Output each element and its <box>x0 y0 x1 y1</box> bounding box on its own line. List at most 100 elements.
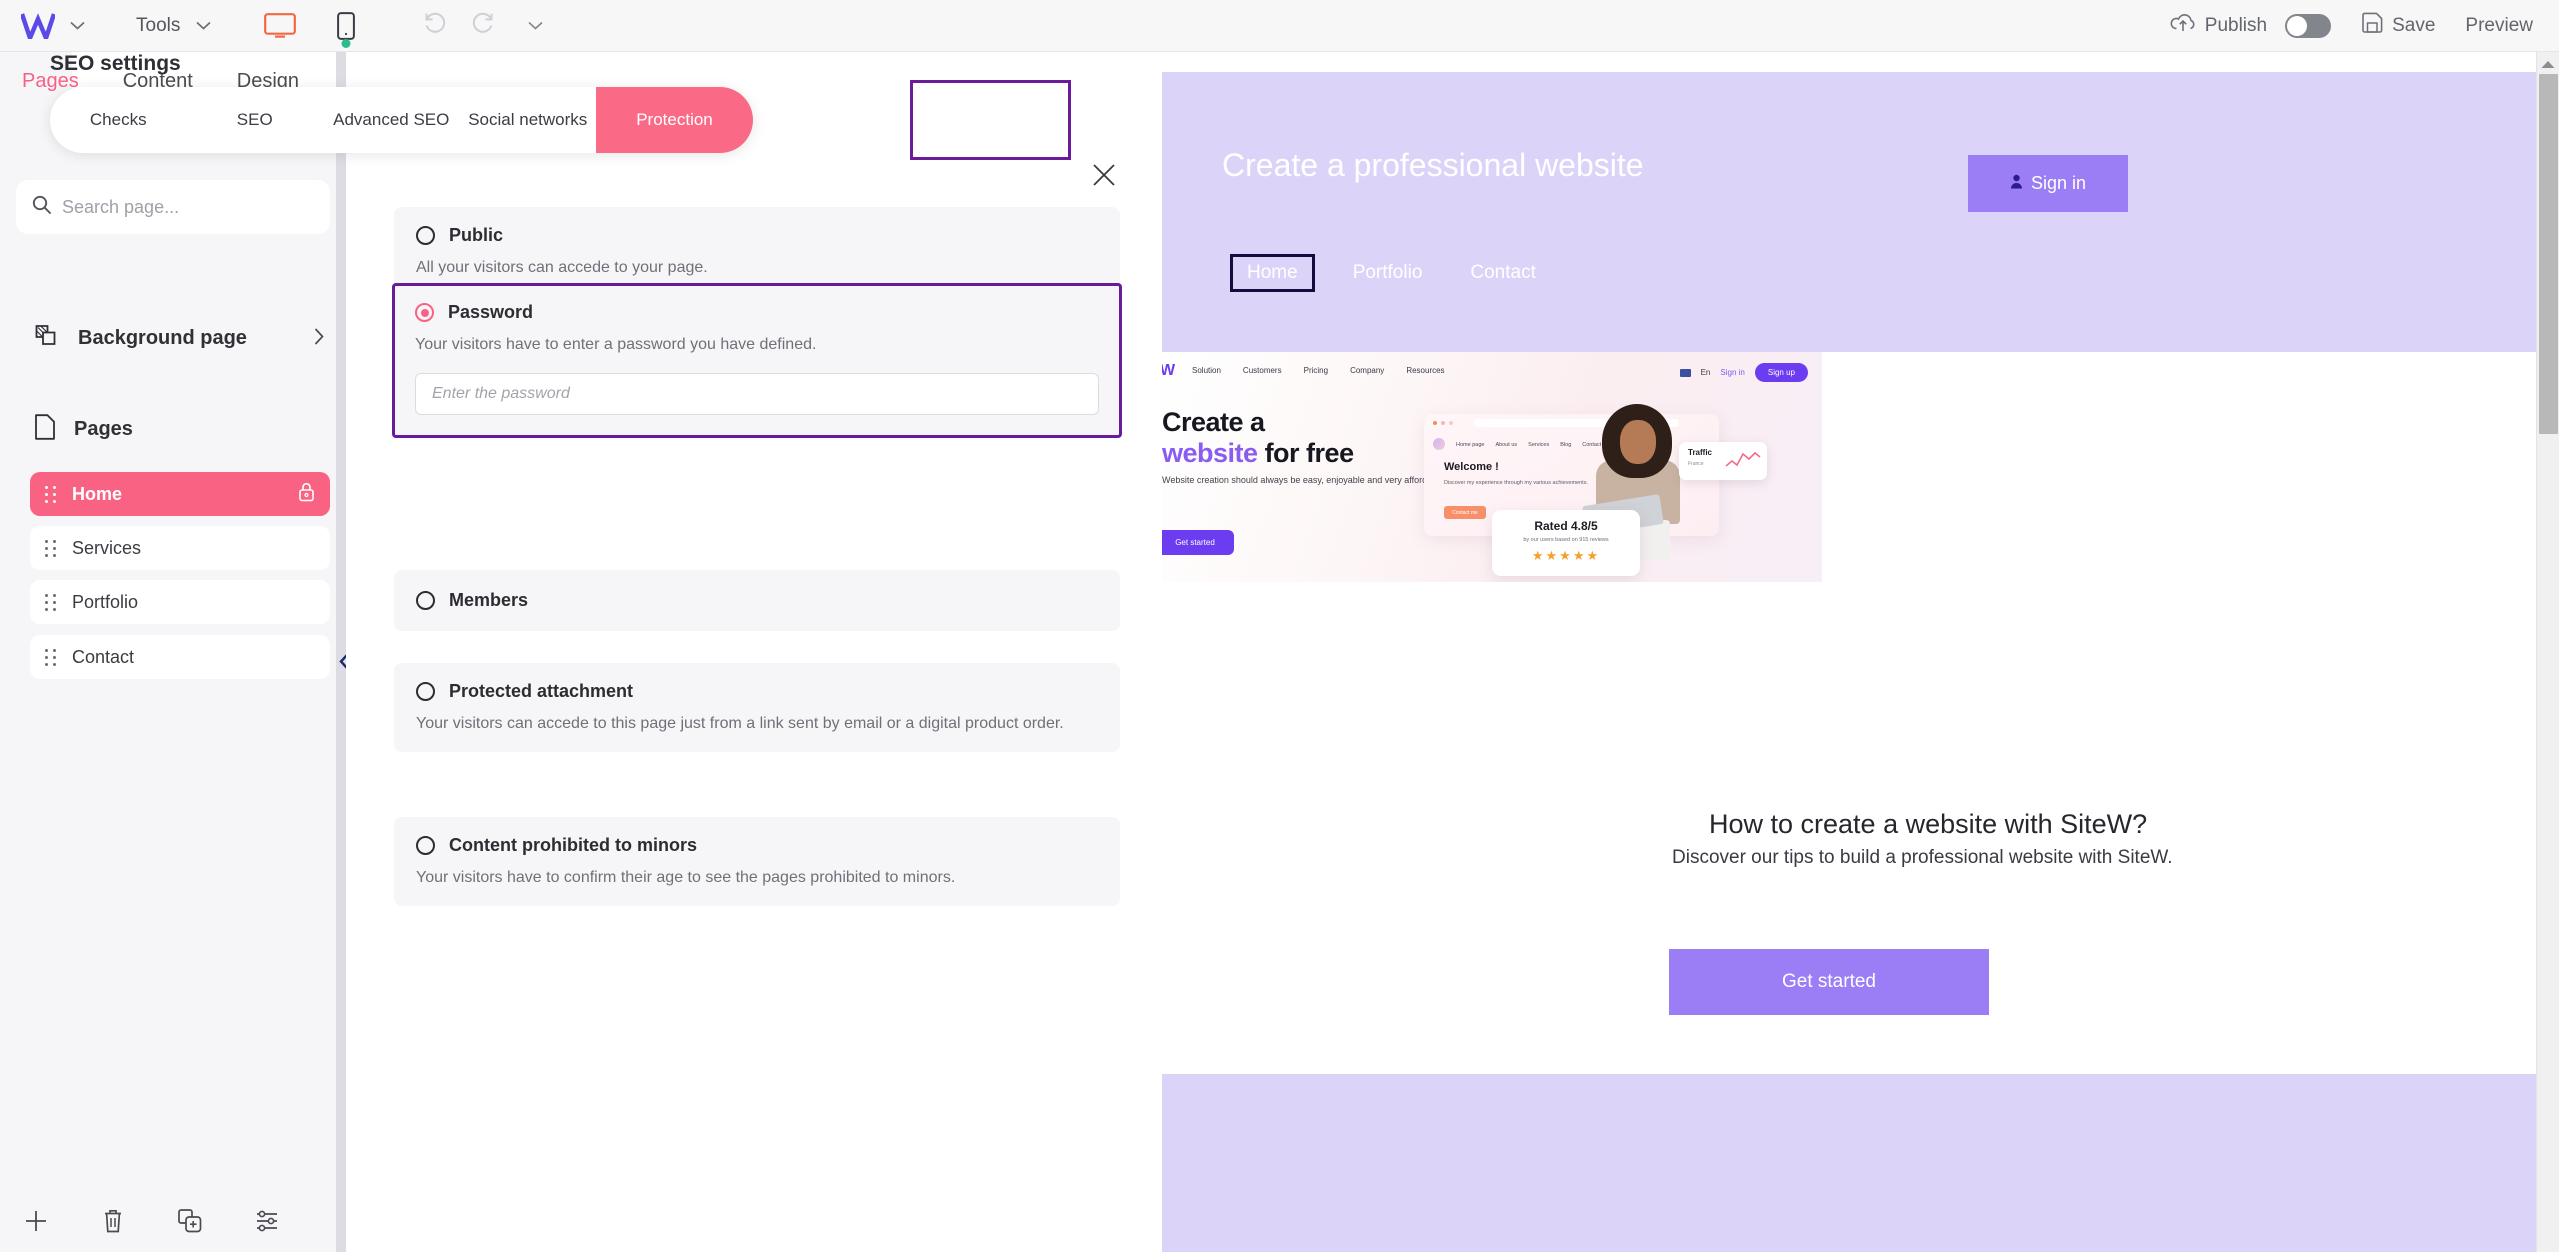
option-description: Your visitors can accede to this page ju… <box>416 715 1064 732</box>
embedded-rating-title: Rated 4.8/5 <box>1534 519 1598 533</box>
lock-icon <box>298 482 315 507</box>
sidebar-page-portfolio[interactable]: Portfolio <box>30 580 330 624</box>
option-description: Your visitors have to confirm their age … <box>416 869 956 886</box>
radio-content-prohibited-to-minors[interactable] <box>416 836 435 855</box>
background-page-row[interactable]: Background page <box>34 324 324 353</box>
preview-bottom-band <box>1162 1074 2536 1252</box>
sidebar-collapse-rail[interactable] <box>336 52 346 1252</box>
layers-icon <box>34 324 60 353</box>
sidebar-page-services[interactable]: Services <box>30 526 330 570</box>
publish-toggle[interactable] <box>2285 13 2332 38</box>
save-label: Save <box>2392 14 2436 36</box>
embedded-logo: W <box>1162 362 1176 379</box>
option-description: Your visitors have to enter a password y… <box>415 336 817 353</box>
redo-button[interactable] <box>470 11 496 40</box>
preview-nav-home[interactable]: Home <box>1230 254 1315 292</box>
scrollbar-thumb[interactable] <box>2539 74 2558 434</box>
add-page-button[interactable] <box>10 1199 62 1243</box>
embedded-traffic-sub: France <box>1688 461 1704 467</box>
option-title: Public <box>449 225 504 245</box>
tab-social-networks[interactable]: Social networks <box>460 87 597 153</box>
search-page-container <box>16 180 330 234</box>
embedded-signup: Sign up <box>1754 363 1808 382</box>
drag-handle-icon[interactable] <box>45 540 57 557</box>
publish-button[interactable]: Publish <box>2170 13 2332 39</box>
embedded-traffic-title: Traffic <box>1688 448 1713 457</box>
embedded-inner-nav-item: About us <box>1495 442 1518 448</box>
preview-get-started-button[interactable]: Get started <box>1669 949 1989 1015</box>
radio-public[interactable] <box>416 226 435 245</box>
page-icon <box>34 414 56 445</box>
radio-password[interactable] <box>415 303 434 322</box>
embedded-inner-nav-item: Services <box>1528 442 1550 448</box>
embedded-nav-item: Resources <box>1406 366 1445 375</box>
password-input[interactable] <box>415 373 1099 416</box>
preview-signin-label: Sign in <box>2030 173 2087 193</box>
embedded-landing-screenshot: W Solution Customers Pricing Company Res… <box>1162 352 1822 582</box>
close-icon[interactable] <box>1089 160 1119 190</box>
sidebar-page-home[interactable]: Home <box>30 472 330 516</box>
save-button[interactable]: Save <box>2361 12 2435 40</box>
embedded-rating-stars: ★★★★★ <box>1531 548 1601 563</box>
option-members[interactable]: Members <box>394 570 1120 631</box>
drag-handle-icon[interactable] <box>45 486 57 503</box>
history-chevron-down-icon[interactable] <box>524 15 546 37</box>
cloud-upload-icon <box>2170 13 2196 39</box>
triangle-up-icon[interactable] <box>2541 56 2556 74</box>
app-toolbar: Tools Publish Save Preview <box>0 0 2559 52</box>
search-input[interactable] <box>62 196 314 218</box>
page-settings-button[interactable] <box>242 1199 294 1243</box>
drag-handle-icon[interactable] <box>45 649 57 666</box>
embedded-inner-nav-item: Blog <box>1560 442 1572 448</box>
tab-advanced-seo[interactable]: Advanced SEO <box>323 87 460 153</box>
radio-members[interactable] <box>416 591 435 610</box>
search-icon <box>32 195 51 219</box>
option-title: Password <box>448 302 534 322</box>
page-label: Contact <box>72 646 135 667</box>
preview-signin-button[interactable]: Sign in <box>1968 155 2128 212</box>
page-label: Services <box>72 537 142 558</box>
mobile-view-button[interactable] <box>326 6 366 48</box>
drag-handle-icon[interactable] <box>45 594 57 611</box>
duplicate-page-button[interactable] <box>164 1199 216 1243</box>
embedded-lang: En <box>1700 368 1711 377</box>
tab-checks[interactable]: Checks <box>50 87 187 153</box>
tab-protection[interactable]: Protection <box>596 87 753 153</box>
radio-protected-attachment[interactable] <box>416 682 435 701</box>
tab-seo[interactable]: SEO <box>187 87 324 153</box>
tools-chevron-down-icon[interactable] <box>192 15 214 37</box>
preview-vertical-scrollbar[interactable] <box>2536 52 2559 1252</box>
undo-button[interactable] <box>422 11 448 40</box>
option-content-prohibited-to-minors[interactable]: Content prohibited to minors Your visito… <box>394 817 1120 907</box>
option-protected-attachment[interactable]: Protected attachment Your visitors can a… <box>394 663 1120 753</box>
mobile-status-dot <box>341 38 351 48</box>
delete-page-button[interactable] <box>87 1199 139 1243</box>
preview-label: Preview <box>2465 14 2533 36</box>
flag-icon <box>1679 368 1691 377</box>
preview-nav-contact[interactable]: Contact <box>1470 262 1535 284</box>
option-title: Protected attachment <box>449 681 634 701</box>
logo-chevron-down-icon[interactable] <box>66 15 88 37</box>
user-icon <box>2010 174 2023 194</box>
option-password[interactable]: Password Your visitors have to enter a p… <box>392 283 1122 439</box>
modal-title: SEO settings <box>50 52 181 75</box>
site-preview: Create a professional website Sign in Ho… <box>1150 52 2536 1252</box>
preview-button[interactable]: Preview <box>2465 15 2533 37</box>
preview-hero-title: Create a professional website <box>1222 147 1644 183</box>
floppy-disk-icon <box>2361 12 2383 40</box>
search-box[interactable] <box>16 180 330 234</box>
embedded-cta: Get started <box>1162 530 1234 555</box>
page-label: Portfolio <box>72 591 139 612</box>
embedded-nav-item: Customers <box>1242 366 1282 375</box>
desktop-view-button[interactable] <box>260 6 300 46</box>
preview-nav-portfolio[interactable]: Portfolio <box>1353 262 1423 284</box>
pages-sidebar: Pages Content Design Background page <box>0 52 345 1252</box>
background-page-chevron-right-icon[interactable] <box>314 328 324 350</box>
embedded-inner-button: Contact me <box>1444 506 1486 519</box>
sparkline-icon <box>1725 451 1761 467</box>
tools-menu[interactable]: Tools <box>130 0 186 52</box>
sidebar-page-contact[interactable]: Contact <box>30 635 330 679</box>
sitew-logo[interactable] <box>16 10 60 42</box>
preview-section2-subtitle: Discover our tips to build a professiona… <box>1672 847 2173 868</box>
embedded-nav-item: Company <box>1350 366 1385 375</box>
